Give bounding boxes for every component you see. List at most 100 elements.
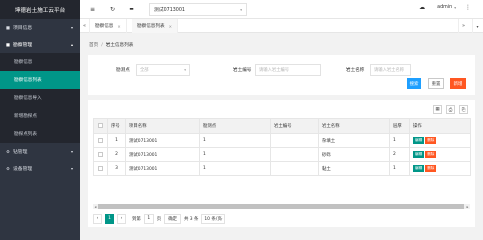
cell-actions: 编辑 删除: [409, 161, 471, 176]
goto-confirm-button[interactable]: 确定: [164, 213, 181, 224]
tab-prev-icon[interactable]: «: [80, 19, 90, 33]
sidebar-menu-equipment[interactable]: ⚙ 设备管理 ▾: [0, 160, 80, 177]
next-page-button[interactable]: ›: [117, 213, 126, 224]
chevron-down-icon: ▾: [454, 5, 456, 10]
monitor-icon[interactable]: ▬: [127, 5, 136, 14]
name-filter-input[interactable]: 请输入岩土名称: [370, 64, 411, 76]
breadcrumb: 首页 / 岩土信息列表: [89, 42, 133, 48]
column-header[interactable]: 勘测点: [199, 118, 271, 134]
point-filter-value: 全部: [140, 68, 149, 73]
cell-actions: 编辑 删除: [409, 133, 471, 148]
code-filter-input[interactable]: 请输入岩土编号: [255, 64, 321, 76]
cell-thickness: 1: [389, 161, 410, 176]
total-count: 共 3 条: [184, 216, 199, 222]
edit-button[interactable]: 编辑: [413, 151, 425, 158]
cloud-icon[interactable]: ☁: [419, 4, 425, 11]
cell-code: [270, 133, 319, 148]
cell-project: 测试0713001: [125, 161, 200, 176]
sidebar-item-survey-info[interactable]: 勘察信息: [0, 53, 80, 71]
sidebar-item-point-list[interactable]: 勘探点列表: [0, 125, 80, 143]
square-icon: ■: [6, 25, 10, 30]
sidebar: 坤德岩土施工云平台 ■ 项目信息 ▾ ■ 勘察管理 ▴ 勘察信息 勘察信息列表 …: [0, 0, 80, 240]
scroll-right-icon[interactable]: ▸: [465, 204, 470, 209]
chevron-down-icon[interactable]: ▾: [472, 19, 482, 33]
delete-button[interactable]: 删除: [425, 151, 437, 158]
close-icon[interactable]: ✕: [117, 24, 120, 29]
row-checkbox[interactable]: [93, 161, 108, 176]
tab-survey-info[interactable]: 勘察信息 ✕: [90, 19, 127, 33]
cell-project: 测试0713001: [125, 147, 200, 162]
cell-thickness: 1: [389, 133, 410, 148]
print-icon[interactable]: ⎘: [459, 105, 468, 114]
add-button[interactable]: 新增: [450, 78, 466, 89]
chevron-up-icon: ▴: [70, 42, 73, 47]
app-logo-title: 坤德岩土施工云平台: [0, 0, 80, 19]
export-icon[interactable]: ⎙: [446, 105, 455, 114]
name-filter-label: 岩土名称: [346, 68, 365, 73]
cell-thickness: 2: [389, 147, 410, 162]
reset-button[interactable]: 重置: [428, 78, 444, 89]
rock-info-table: 序号 项目名称 勘测点 岩土编号 岩土名称 层厚 操作 1 测试0713001 …: [93, 118, 471, 176]
menu-toggle-icon[interactable]: ≡: [88, 5, 97, 14]
sidebar-item-survey-list[interactable]: 勘察信息列表: [0, 71, 80, 89]
tab-label: 勘察信息列表: [137, 24, 165, 29]
more-icon[interactable]: ⋮: [465, 4, 471, 11]
sidebar-menu-drill[interactable]: ⚙ 钻管理 ▾: [0, 143, 80, 160]
row-checkbox[interactable]: [93, 133, 108, 148]
point-filter-label: 勘测点: [116, 68, 130, 73]
edit-button[interactable]: 编辑: [413, 165, 425, 172]
table-header-row: 序号 项目名称 勘测点 岩土编号 岩土名称 层厚 操作: [93, 118, 471, 134]
table-row: 1 测试0713001 1 杂填土 1 编辑 删除: [93, 133, 471, 148]
row-checkbox[interactable]: [93, 147, 108, 162]
chevron-down-icon: ▾: [240, 7, 242, 12]
breadcrumb-current: 岩土信息列表: [105, 43, 134, 48]
user-name[interactable]: admin: [437, 5, 452, 10]
sidebar-menu-survey[interactable]: ■ 勘察管理 ▴: [0, 36, 80, 53]
column-header[interactable]: 岩土编号: [270, 118, 319, 134]
column-header[interactable]: 项目名称: [125, 118, 200, 134]
cell-no: 2: [107, 147, 126, 162]
tab-label: 勘察信息: [95, 24, 114, 29]
select-all-checkbox[interactable]: [93, 118, 108, 134]
column-header[interactable]: 序号: [107, 118, 126, 134]
delete-button[interactable]: 删除: [425, 137, 437, 144]
gear-icon: ⚙: [6, 149, 10, 154]
chevron-down-icon: ▾: [70, 149, 73, 154]
horizontal-scrollbar[interactable]: ◂ ▸: [93, 204, 470, 209]
search-panel: 勘测点 全部 ▾ 岩土编号 请输入岩土编号 岩土名称 请输入岩土名称 搜索 重置…: [88, 55, 475, 95]
point-filter-select[interactable]: 全部 ▾: [136, 64, 190, 76]
sidebar-submenu: 勘察信息 勘察信息列表 勘察信息导入 新增勘探点 勘探点列表: [0, 53, 80, 143]
columns-filter-icon[interactable]: ▦: [433, 105, 442, 114]
cell-name: 黏土: [318, 161, 390, 176]
prev-page-button[interactable]: ‹: [93, 213, 102, 224]
company-select[interactable]: 测试0713001 ▾: [149, 3, 247, 16]
cell-no: 3: [107, 161, 126, 176]
gear-icon: ⚙: [6, 166, 10, 171]
tab-bar: « 勘察信息 ✕ 勘察信息列表 ✕ » ▾: [80, 19, 483, 33]
table-row: 3 测试0713001 1 黏土 1 编辑 删除: [93, 161, 471, 176]
page-number-current[interactable]: 1: [105, 213, 114, 224]
sidebar-item-add-point[interactable]: 新增勘探点: [0, 107, 80, 125]
sidebar-item-survey-import[interactable]: 勘察信息导入: [0, 89, 80, 107]
column-header[interactable]: 岩土名称: [318, 118, 390, 134]
column-header[interactable]: 层厚: [389, 118, 410, 134]
column-header: 操作: [409, 118, 471, 134]
tab-next-icon[interactable]: »: [458, 19, 468, 33]
delete-button[interactable]: 删除: [425, 165, 437, 172]
search-button[interactable]: 搜索: [407, 78, 421, 89]
top-header: ≡ ↻ ▬ 测试0713001 ▾ ☁ admin ▾ ⋮: [80, 0, 483, 19]
edit-button[interactable]: 编辑: [413, 137, 425, 144]
breadcrumb-home[interactable]: 首页: [89, 43, 98, 48]
goto-page-input[interactable]: 1: [143, 213, 154, 224]
page-size-select[interactable]: 10 条/页 ▾: [201, 213, 226, 224]
refresh-icon[interactable]: ↻: [108, 5, 117, 14]
cell-point: 1: [199, 161, 271, 176]
close-icon[interactable]: ✕: [169, 24, 172, 29]
code-filter-label: 岩土编号: [233, 68, 252, 73]
cell-point: 1: [199, 147, 271, 162]
chevron-down-icon: ▾: [70, 166, 73, 171]
cell-name: 砂砾: [318, 147, 390, 162]
sidebar-menu-project[interactable]: ■ 项目信息 ▾: [0, 19, 80, 36]
scrollbar-thumb[interactable]: [98, 204, 464, 209]
tab-survey-list[interactable]: 勘察信息列表 ✕: [132, 19, 178, 33]
